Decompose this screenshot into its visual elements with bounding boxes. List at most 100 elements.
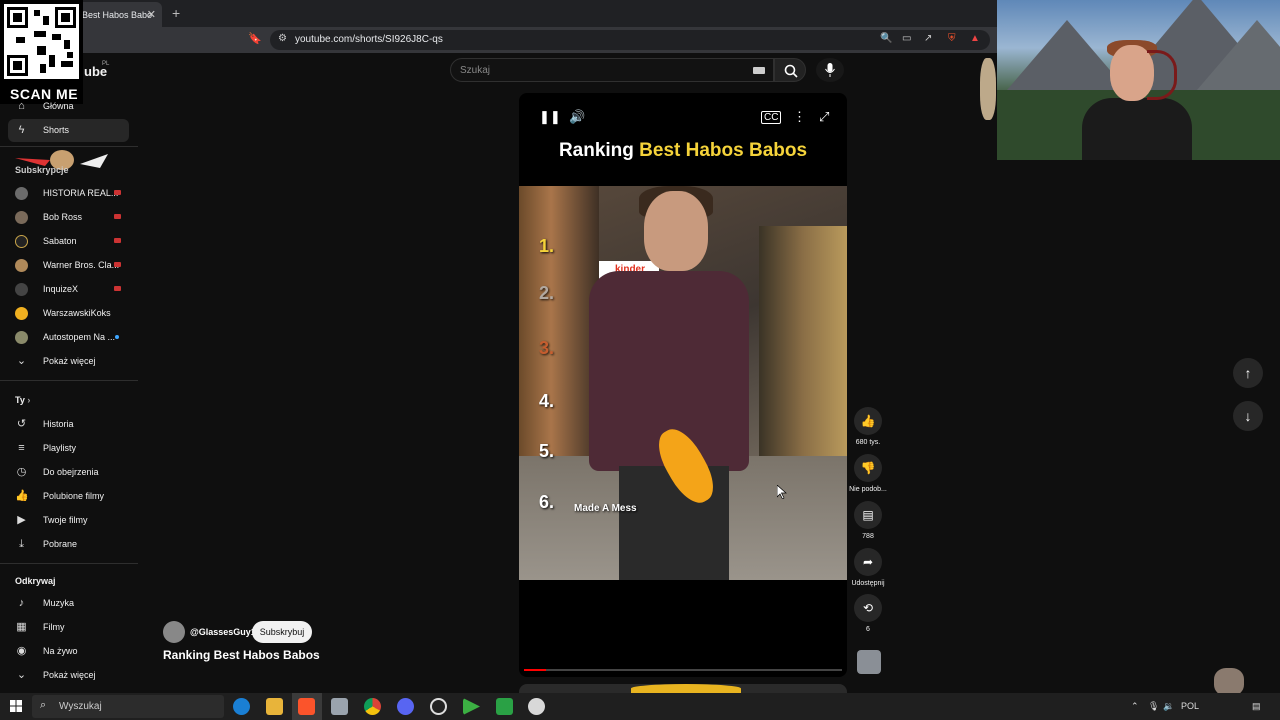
- streamer-body: [1082, 98, 1192, 160]
- subscription-item[interactable]: Autostopem Na ...: [8, 326, 129, 349]
- new-content-dot: [115, 335, 119, 339]
- channel-handle[interactable]: @GlassesGuy1: [190, 627, 256, 637]
- channel-avatar[interactable]: [163, 621, 185, 643]
- notifications-icon[interactable]: ▤: [1252, 701, 1261, 712]
- subscription-item[interactable]: WarszawskiKoks: [8, 302, 129, 325]
- share-button[interactable]: ➦: [854, 548, 882, 576]
- music-icon: ♪: [18, 597, 25, 609]
- app-icon[interactable]: [496, 698, 513, 715]
- sidebar-item-playlists[interactable]: ≡ Playlisty: [8, 437, 129, 460]
- more-options-icon[interactable]: ⋮: [793, 109, 806, 125]
- volume-icon[interactable]: 🔉: [1163, 701, 1174, 712]
- new-tab-button[interactable]: +: [172, 5, 180, 21]
- remix-button[interactable]: ⟲: [854, 594, 882, 622]
- sidebar-item-history[interactable]: ↺ Historia: [8, 413, 129, 436]
- cast-icon[interactable]: ▭: [902, 33, 911, 44]
- site-info-icon[interactable]: ⚙: [278, 33, 287, 44]
- live-badge: [114, 286, 121, 291]
- rank-number: 4.: [539, 391, 555, 411]
- shorts-player[interactable]: ❚❚ 🔊 CC ⋮ ⤢ Ranking Best Habos Babos kin…: [519, 93, 847, 677]
- tab-close-icon[interactable]: ✕: [147, 8, 156, 21]
- subscriptions-title[interactable]: Subskrypcje: [15, 165, 69, 175]
- dislike-label: Nie podob...: [849, 486, 887, 493]
- progress-bar[interactable]: [524, 669, 842, 671]
- chrome-icon[interactable]: [364, 698, 381, 715]
- volume-icon[interactable]: 🔊: [569, 109, 585, 125]
- pause-icon[interactable]: ❚❚: [539, 109, 561, 125]
- comments-button[interactable]: ▤: [854, 501, 882, 529]
- language-indicator[interactable]: POL: [1181, 701, 1199, 711]
- person-head: [644, 191, 708, 271]
- sidebar-item-your-videos[interactable]: ▶ Twoje filmy: [8, 509, 129, 532]
- subscription-item[interactable]: HISTORIA REAL...: [8, 182, 129, 205]
- browser-tab[interactable]: Best Habos Babo ✕: [70, 2, 162, 27]
- subscription-item[interactable]: Warner Bros. Cla...: [8, 254, 129, 277]
- dislike-button[interactable]: 👎: [854, 454, 882, 482]
- obs-icon[interactable]: [430, 698, 447, 715]
- captions-icon[interactable]: CC: [761, 111, 782, 124]
- remix-icon: ⟲: [862, 601, 874, 615]
- omnibox[interactable]: ⚙ youtube.com/shorts/SI926J8C-qs 🔍 ▭ ↗ ⛨…: [270, 30, 990, 50]
- show-more-explore[interactable]: ⌄ Pokaż więcej: [8, 664, 129, 687]
- subscription-item[interactable]: Sabaton: [8, 230, 129, 253]
- sidebar-item-watch-later[interactable]: ◷ Do obejrzenia: [8, 461, 129, 484]
- thumb-up-icon: 👍: [15, 490, 29, 502]
- search-placeholder: Szukaj: [460, 65, 491, 76]
- next-short-preview[interactable]: [519, 684, 847, 693]
- keyboard-icon[interactable]: [753, 67, 765, 74]
- fullscreen-icon[interactable]: ⤢: [819, 109, 829, 125]
- bookmark-icon[interactable]: 🔖: [248, 32, 262, 45]
- sidebar-item-live[interactable]: ◉ Na żywo: [8, 640, 129, 663]
- show-more-subscriptions[interactable]: ⌄ Pokaż więcej: [8, 350, 129, 373]
- qr-overlay: SCAN ME: [0, 0, 83, 104]
- region-code: PL: [102, 61, 110, 67]
- zoom-icon[interactable]: 🔍: [880, 33, 892, 44]
- app-icon[interactable]: [528, 698, 545, 715]
- sidebar-item-home[interactable]: ⌂ Główna: [8, 95, 129, 118]
- subscription-item[interactable]: Bob Ross: [8, 206, 129, 229]
- brave-icon[interactable]: [298, 698, 315, 715]
- sidebar-divider: [0, 563, 138, 564]
- next-short-button[interactable]: ↓: [1233, 401, 1263, 431]
- subscribe-button[interactable]: Subskrybuj: [252, 621, 312, 643]
- channel-avatar: [15, 307, 28, 320]
- taskbar-search[interactable]: ⌕ Wyszukaj: [32, 695, 224, 718]
- previous-short-button[interactable]: ↑: [1233, 358, 1263, 388]
- film-icon: ▦: [16, 621, 27, 633]
- voice-search-button[interactable]: [816, 58, 844, 82]
- you-section-title[interactable]: Ty ›: [15, 395, 30, 405]
- search-icon: [784, 64, 798, 78]
- search-input[interactable]: Szukaj: [450, 58, 774, 82]
- sidebar-item-downloads[interactable]: ⤓ Pobrane: [8, 533, 129, 556]
- url-text[interactable]: youtube.com/shorts/SI926J8C-qs: [295, 34, 443, 45]
- qr-code: [4, 4, 79, 79]
- search-button[interactable]: [774, 58, 806, 82]
- windows-start-icon[interactable]: [10, 700, 22, 712]
- video-frame[interactable]: kinder 1. 2. 3. 4. 5. 6. Made A Mess: [519, 186, 847, 580]
- chevron-down-icon: ⌄: [16, 669, 27, 681]
- microphone-icon[interactable]: 🎙: [1148, 701, 1159, 712]
- media-player-icon[interactable]: [463, 698, 480, 715]
- subscription-item[interactable]: InquizeX: [8, 278, 129, 301]
- share-icon[interactable]: ↗: [924, 33, 932, 44]
- channel-avatar: [15, 235, 28, 248]
- sound-thumbnail[interactable]: [857, 650, 881, 674]
- tray-chevron-icon[interactable]: ⌃: [1131, 701, 1139, 712]
- file-explorer-icon[interactable]: [266, 698, 283, 715]
- sidebar-item-films[interactable]: ▦ Filmy: [8, 616, 129, 639]
- brave-shield-icon[interactable]: ⛨: [948, 33, 956, 44]
- mic-icon: [825, 63, 835, 77]
- home-icon: ⌂: [18, 100, 25, 112]
- like-button[interactable]: 👍: [854, 407, 882, 435]
- sidebar-divider: [0, 146, 138, 147]
- discord-icon[interactable]: [397, 698, 414, 715]
- brave-rewards-icon[interactable]: ▲: [970, 33, 980, 44]
- edge-icon[interactable]: [233, 698, 250, 715]
- search-icon: ⌕: [40, 699, 47, 711]
- sidebar-item-liked[interactable]: 👍 Polubione filmy: [8, 485, 129, 508]
- windows-taskbar: ⌕ Wyszukaj ⌃ 🎙 🔉 POL ▤: [0, 693, 1280, 720]
- address-bar: 🔖 ⚙ youtube.com/shorts/SI926J8C-qs 🔍 ▭ ↗…: [0, 27, 997, 53]
- app-icon[interactable]: [331, 698, 348, 715]
- sidebar-item-shorts[interactable]: ϟ Shorts: [8, 119, 129, 142]
- sidebar-item-music[interactable]: ♪ Muzyka: [8, 592, 129, 615]
